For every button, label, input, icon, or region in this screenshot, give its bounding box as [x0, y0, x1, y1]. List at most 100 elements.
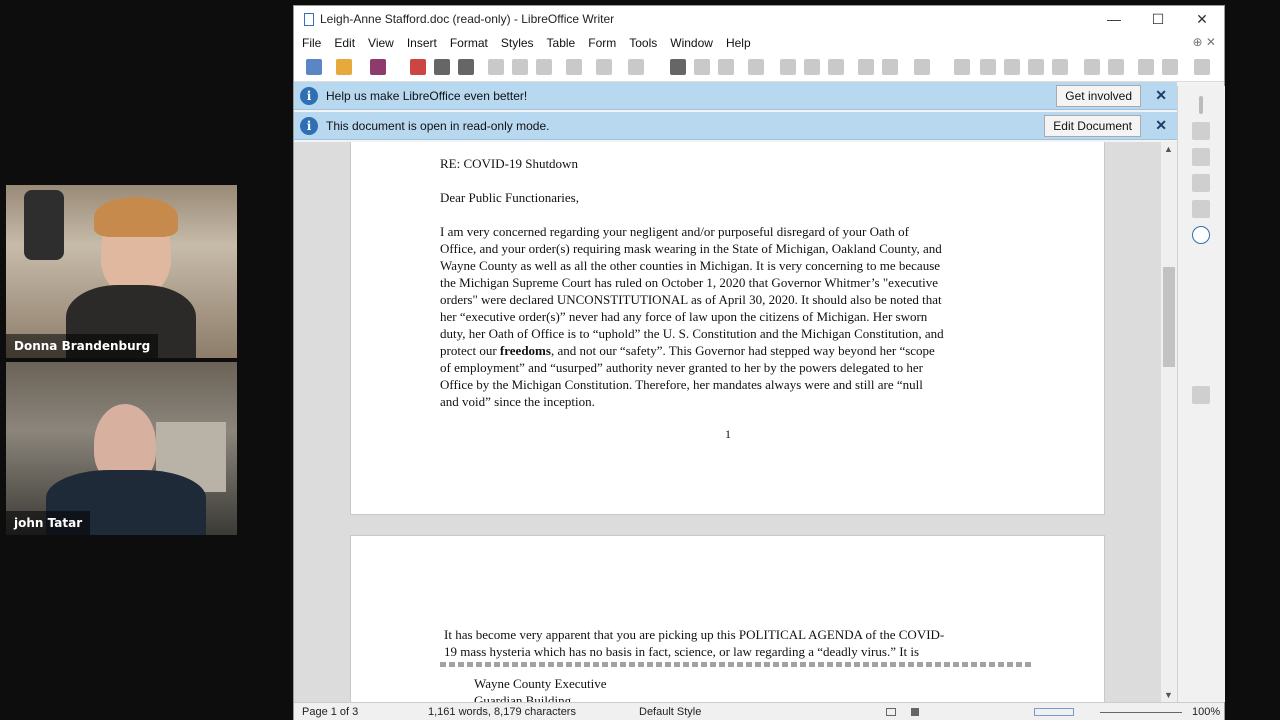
view-layout-icon[interactable]	[1034, 708, 1074, 716]
text-line: It has become very apparent that you are…	[444, 627, 945, 642]
properties-icon[interactable]	[1192, 122, 1210, 140]
menu-styles[interactable]: Styles	[501, 36, 534, 50]
bookmark-icon[interactable]	[1028, 59, 1044, 75]
body-paragraph: I am very concerned regarding your negli…	[440, 223, 1040, 410]
menu-format[interactable]: Format	[450, 36, 488, 50]
scroll-down-icon[interactable]: ▼	[1164, 690, 1173, 700]
special-character-icon[interactable]	[914, 59, 930, 75]
formatting-marks-icon[interactable]	[718, 59, 734, 75]
menu-form[interactable]: Form	[588, 36, 616, 50]
line-icon[interactable]	[1138, 59, 1154, 75]
get-involved-button[interactable]: Get involved	[1056, 85, 1141, 107]
sidebar-collapse-icon[interactable]	[1192, 386, 1210, 404]
document-canvas[interactable]: RE: COVID-19 Shutdown Dear Public Functi…	[294, 142, 1161, 702]
menu-view[interactable]: View	[368, 36, 394, 50]
zoom-level[interactable]: 100%	[1192, 706, 1220, 718]
basic-shapes-icon[interactable]	[1162, 59, 1178, 75]
word-count[interactable]: 1,161 words, 8,179 characters	[428, 706, 576, 718]
page-break-icon[interactable]	[858, 59, 874, 75]
infobar-improve: i Help us make LibreOffice even better! …	[294, 82, 1177, 110]
vertical-scrollbar[interactable]: ▲ ▼	[1161, 142, 1177, 702]
text-line: orders" were declared UNCONSTITUTIONAL a…	[440, 292, 942, 307]
paste-icon[interactable]	[536, 59, 552, 75]
participant-name: john Tatar	[6, 511, 91, 535]
minimize-button[interactable]: —	[1092, 6, 1136, 32]
print-preview-icon[interactable]	[458, 59, 474, 75]
track-changes-icon[interactable]	[1108, 59, 1124, 75]
zoom-slider[interactable]	[1100, 712, 1182, 713]
insert-textbox-icon[interactable]	[828, 59, 844, 75]
find-replace-icon[interactable]	[670, 59, 686, 75]
sidebar-menu-icon[interactable]	[1199, 96, 1203, 114]
clipped-text-line	[440, 662, 1032, 667]
hyperlink-icon[interactable]	[954, 59, 970, 75]
insert-image-icon[interactable]	[780, 59, 796, 75]
page-style[interactable]: Default Style	[639, 706, 701, 718]
infobar-close-icon[interactable]: ✕	[1155, 117, 1167, 134]
text-line: protect our freedoms, and not our “safet…	[440, 342, 1040, 359]
navigator-icon[interactable]	[1192, 226, 1210, 244]
insert-chart-icon[interactable]	[804, 59, 820, 75]
salutation: Dear Public Functionaries,	[440, 190, 579, 205]
menu-window[interactable]: Window	[670, 36, 713, 50]
globe-close-icon[interactable]: ⊕ ✕	[1193, 35, 1216, 49]
new-document-icon[interactable]	[306, 59, 322, 75]
scroll-up-icon[interactable]: ▲	[1164, 144, 1173, 154]
infobar-close-icon[interactable]: ✕	[1155, 87, 1167, 104]
page-count[interactable]: Page 1 of 3	[302, 706, 358, 718]
menu-tools[interactable]: Tools	[629, 36, 657, 50]
menu-table[interactable]: Table	[547, 36, 576, 50]
participant-tile-john[interactable]: john Tatar	[6, 362, 237, 535]
print-icon[interactable]	[434, 59, 450, 75]
export-pdf-icon[interactable]	[410, 59, 426, 75]
cross-reference-icon[interactable]	[1052, 59, 1068, 75]
document-page-1: RE: COVID-19 Shutdown Dear Public Functi…	[350, 142, 1105, 515]
page-icon[interactable]	[1192, 148, 1210, 166]
redo-icon[interactable]	[628, 59, 644, 75]
participant-tile-donna[interactable]: Donna Brandenburg	[6, 185, 237, 358]
styles-icon[interactable]	[1192, 174, 1210, 192]
menu-insert[interactable]: Insert	[407, 36, 437, 50]
text-line: duty, her Oath of Office is to “uphold” …	[440, 326, 944, 341]
insert-table-icon[interactable]	[748, 59, 764, 75]
save-status-icon	[911, 708, 919, 716]
menu-help[interactable]: Help	[726, 36, 751, 50]
libreoffice-window: Leigh-Anne Stafford.doc (read-only) - Li…	[293, 5, 1225, 720]
save-icon[interactable]	[370, 59, 386, 75]
body-paragraph: It has become very apparent that you are…	[444, 626, 1044, 660]
text-line: Office, and your order(s) requiring mask…	[440, 241, 942, 256]
gallery-icon[interactable]	[1192, 200, 1210, 218]
insert-field-icon[interactable]	[882, 59, 898, 75]
text-line: Wayne County Executive	[474, 676, 607, 691]
copy-icon[interactable]	[512, 59, 528, 75]
undo-icon[interactable]	[596, 59, 612, 75]
standard-toolbar	[294, 54, 1224, 82]
text-line: her “executive order(s)” never had any f…	[440, 309, 928, 324]
clone-format-icon[interactable]	[566, 59, 582, 75]
info-icon: i	[300, 116, 318, 135]
open-folder-icon[interactable]	[336, 59, 352, 75]
infobar-message: This document is open in read-only mode.	[326, 118, 550, 133]
maximize-button[interactable]: ☐	[1136, 6, 1180, 32]
selection-mode-icon[interactable]	[886, 708, 896, 716]
text-run: protect our	[440, 343, 500, 358]
edit-document-button[interactable]: Edit Document	[1044, 115, 1141, 137]
sidebar-deck	[1177, 86, 1225, 702]
endnote-icon[interactable]	[1004, 59, 1020, 75]
menu-file[interactable]: File	[302, 36, 321, 50]
footnote-icon[interactable]	[980, 59, 996, 75]
close-button[interactable]: ✕	[1180, 6, 1224, 32]
draw-functions-icon[interactable]	[1194, 59, 1210, 75]
text-line: Office by the Michigan Constitution. The…	[440, 377, 923, 392]
bold-text-run: freedoms	[499, 343, 551, 358]
scroll-thumb[interactable]	[1163, 267, 1175, 367]
window-title: Leigh-Anne Stafford.doc (read-only) - Li…	[320, 12, 615, 26]
participant-name: Donna Brandenburg	[6, 334, 159, 358]
text-line: and void” since the inception.	[440, 394, 595, 409]
cut-icon[interactable]	[488, 59, 504, 75]
menu-edit[interactable]: Edit	[334, 36, 355, 50]
spelling-icon[interactable]	[694, 59, 710, 75]
comment-icon[interactable]	[1084, 59, 1100, 75]
text-line: Guardian Building	[474, 693, 572, 702]
text-line: I am very concerned regarding your negli…	[440, 224, 909, 239]
